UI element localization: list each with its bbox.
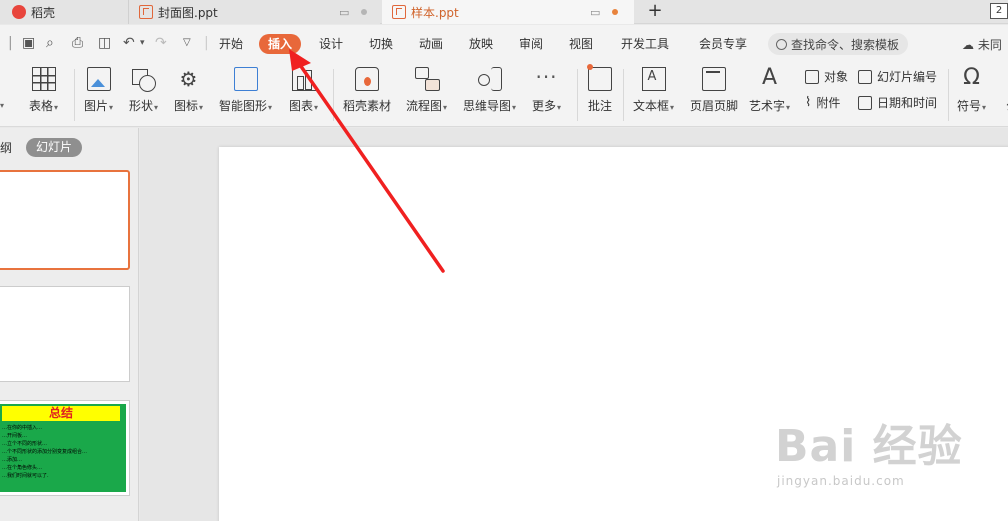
- arrow-shaft: [296, 60, 445, 273]
- annotation-arrow: [289, 49, 445, 273]
